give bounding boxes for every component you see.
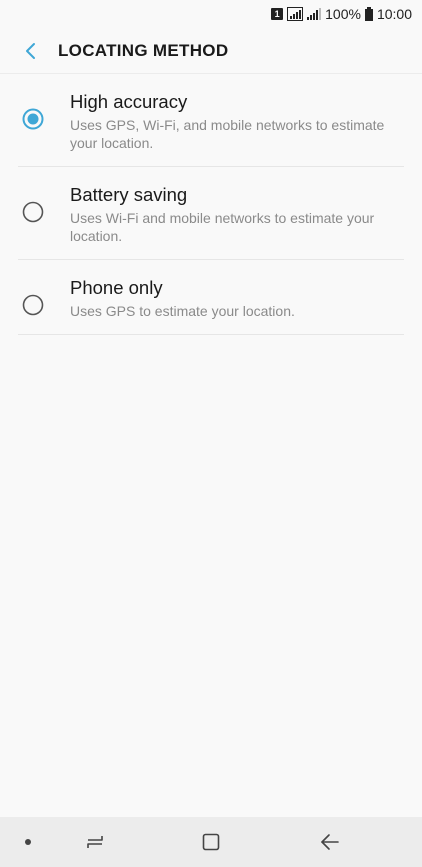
recent-apps-button[interactable] [75, 817, 115, 867]
option-title: Battery saving [70, 184, 188, 205]
chevron-left-icon [26, 42, 35, 59]
option-high-accuracy[interactable]: High accuracy Uses GPS, Wi-Fi, and mobil… [0, 74, 422, 166]
option-description: Uses GPS, Wi-Fi, and mobile networks to … [70, 117, 385, 151]
option-title: High accuracy [70, 91, 188, 112]
dot-icon [25, 839, 31, 845]
radio-unselected-icon [22, 294, 44, 316]
divider [18, 334, 404, 335]
option-description: Uses Wi-Fi and mobile networks to estima… [70, 210, 375, 244]
radio-unselected-icon [22, 201, 44, 223]
back-button[interactable] [10, 31, 50, 71]
clock: 10:00 [376, 6, 412, 22]
back-nav-button[interactable] [310, 817, 350, 867]
header: LOCATING METHOD [0, 28, 422, 74]
option-title: Phone only [70, 277, 163, 298]
radio-high-accuracy[interactable] [22, 108, 44, 130]
signal-strength-icon [307, 8, 322, 20]
battery-percent: 100% [325, 6, 361, 22]
option-text: Battery saving Uses Wi-Fi and mobile net… [70, 183, 404, 245]
sim-badge: 1 [271, 8, 284, 20]
radio-selected-icon [22, 108, 44, 130]
home-button[interactable] [191, 817, 231, 867]
option-description: Uses GPS to estimate your location. [70, 303, 295, 319]
option-phone-only[interactable]: Phone only Uses GPS to estimate your loc… [0, 260, 422, 334]
radio-battery-saving[interactable] [22, 201, 44, 223]
status-bar: 1 100% 10:00 [0, 0, 422, 28]
screen: 1 100% 10:00 LOCATING METHOD High accura… [0, 0, 422, 867]
sim-icon: 1 [271, 8, 284, 20]
page-title: LOCATING METHOD [58, 40, 229, 60]
recent-apps-icon [87, 836, 103, 848]
option-battery-saving[interactable]: Battery saving Uses Wi-Fi and mobile net… [0, 167, 422, 259]
battery-icon [364, 7, 373, 21]
home-icon [202, 833, 220, 851]
locating-method-options: High accuracy Uses GPS, Wi-Fi, and mobil… [0, 74, 422, 335]
back-arrow-icon [321, 834, 339, 850]
wifi-calling-signal-icon [287, 7, 304, 21]
radio-phone-only[interactable] [22, 294, 44, 316]
navigation-bar [0, 817, 422, 867]
option-text: Phone only Uses GPS to estimate your loc… [70, 276, 404, 320]
option-text: High accuracy Uses GPS, Wi-Fi, and mobil… [70, 90, 404, 152]
nav-dot-button[interactable] [14, 817, 42, 867]
